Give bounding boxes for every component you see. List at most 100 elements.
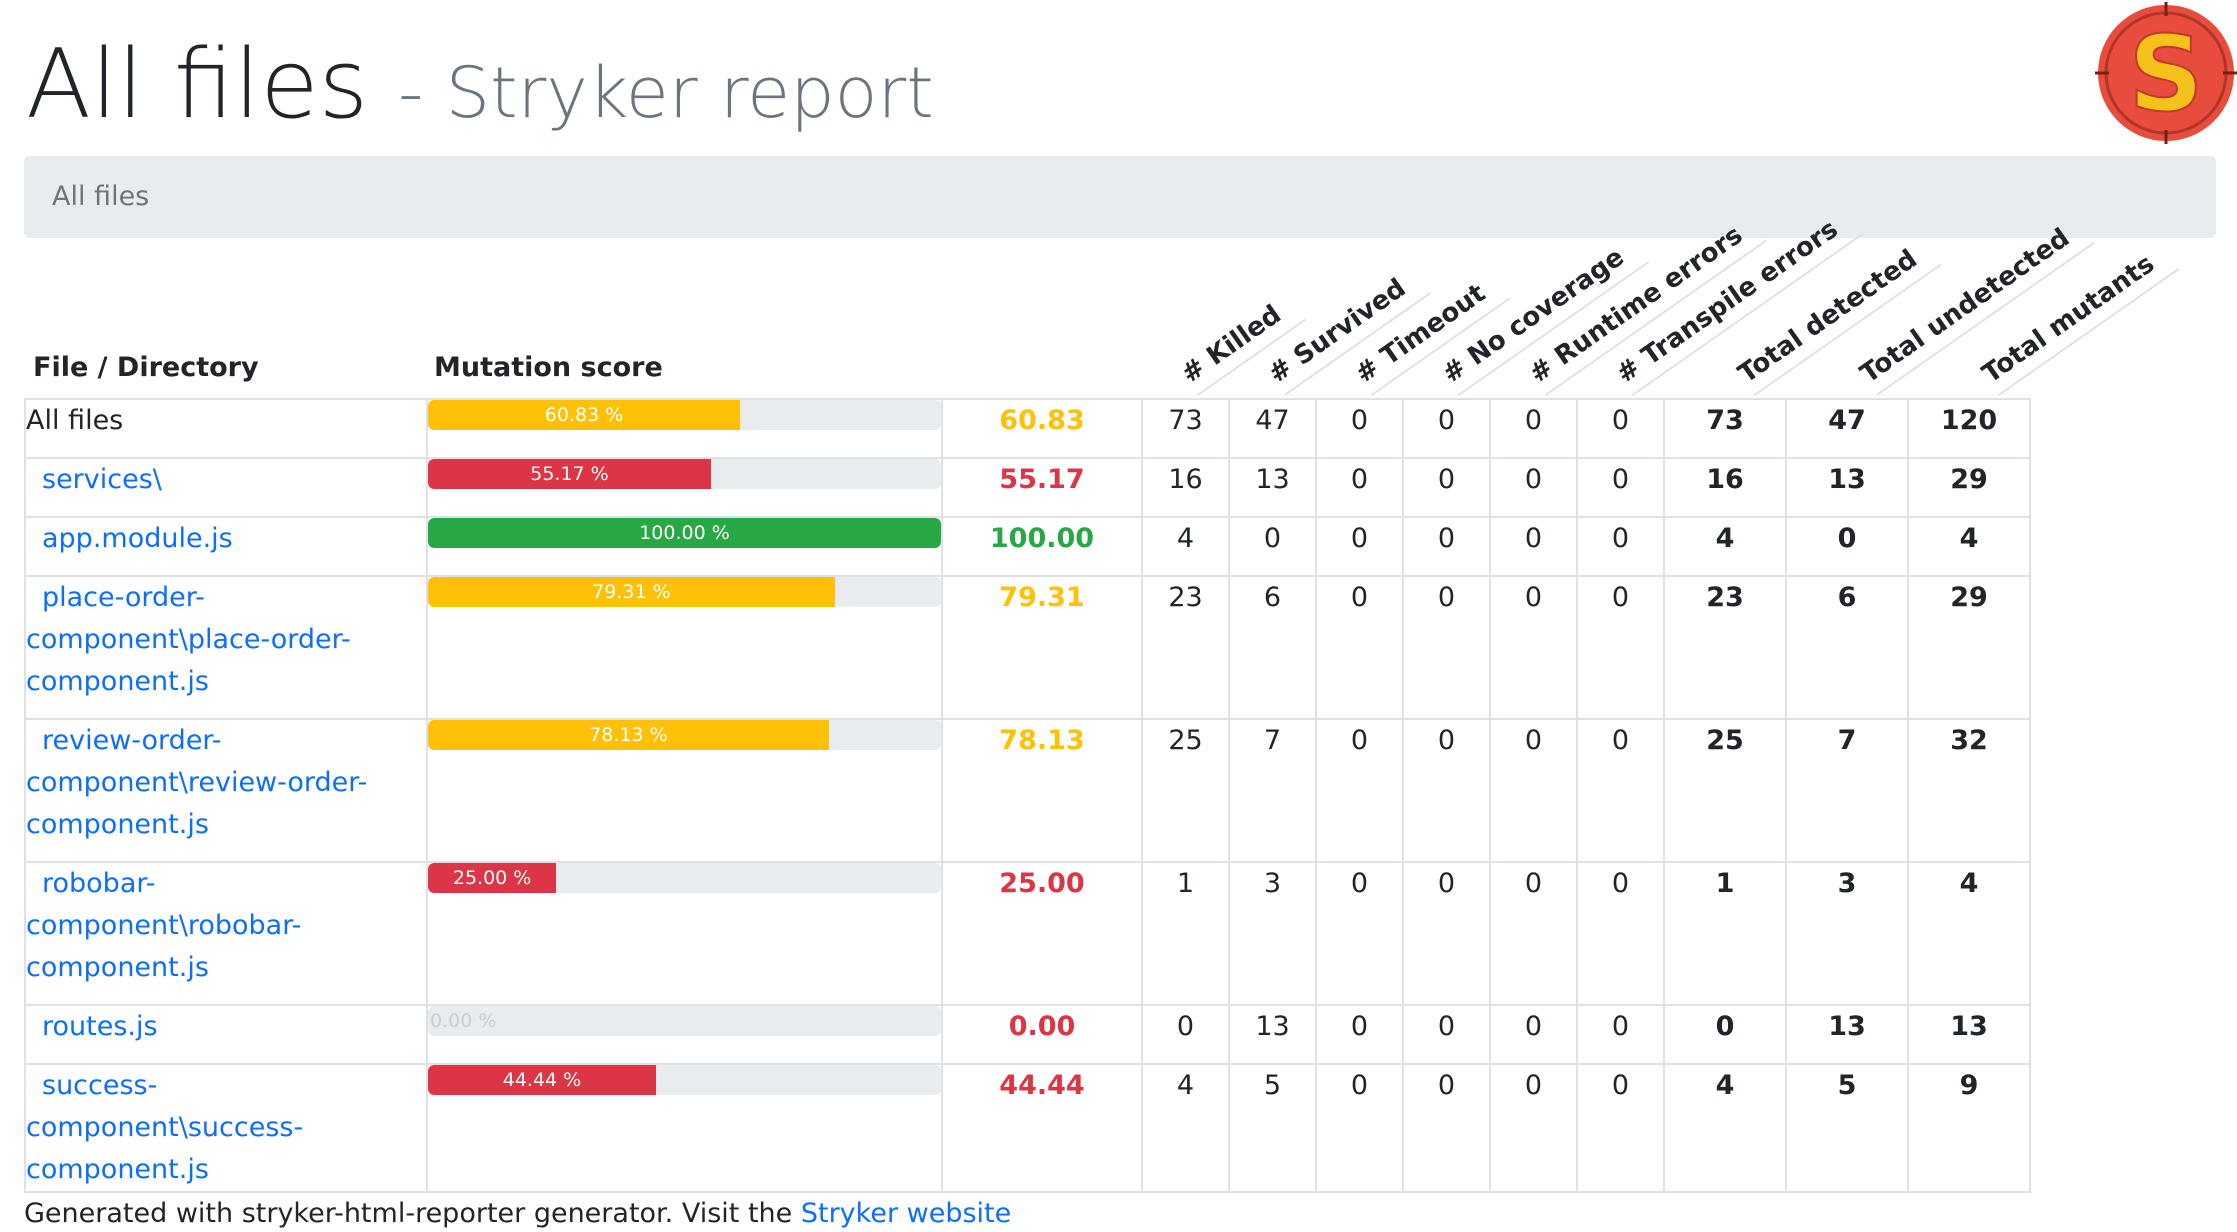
no-coverage-count: 0	[1402, 1004, 1491, 1065]
total-detected-count: 73	[1663, 398, 1787, 459]
killed-count: 4	[1141, 1063, 1230, 1193]
timeout-count: 0	[1315, 718, 1404, 863]
column-header-score: Mutation score	[434, 352, 663, 383]
transpile-errors-count: 0	[1576, 861, 1665, 1006]
runtime-errors-count: 0	[1489, 718, 1578, 863]
table-row: robobar-component\robobar-component.js 25…	[24, 861, 2031, 1006]
total-mutants-count: 32	[1907, 718, 2031, 863]
killed-count: 25	[1141, 718, 1230, 863]
mutation-score: 79.31	[941, 575, 1143, 720]
runtime-errors-count: 0	[1489, 398, 1578, 459]
no-coverage-count: 0	[1402, 516, 1491, 577]
table-row: place-order-component\place-order-compon…	[24, 575, 2031, 720]
file-link[interactable]: routes.js	[42, 1011, 158, 1042]
runtime-errors-count: 0	[1489, 1004, 1578, 1065]
file-cell: routes.js	[24, 1004, 428, 1065]
survived-count: 7	[1228, 718, 1317, 863]
score-progress-label: 55.17 %	[530, 463, 609, 485]
total-detected-count: 4	[1663, 1063, 1787, 1193]
table-row: review-order-component\review-order-comp…	[24, 718, 2031, 863]
mutation-score: 100.00	[941, 516, 1143, 577]
transpile-errors-count: 0	[1576, 398, 1665, 459]
score-bar-cell: 44.44 %	[426, 1063, 943, 1193]
report-page: All files - Stryker report S All files Fi…	[0, 0, 2237, 1232]
stryker-logo-icon: S	[2095, 2, 2237, 144]
column-header-file: File / Directory	[33, 352, 259, 383]
total-detected-count: 25	[1663, 718, 1787, 863]
mutation-score: 78.13	[941, 718, 1143, 863]
no-coverage-count: 0	[1402, 1063, 1491, 1193]
total-mutants-count: 13	[1907, 1004, 2031, 1065]
survived-count: 13	[1228, 1004, 1317, 1065]
stryker-website-link[interactable]: Stryker website	[801, 1198, 1011, 1229]
runtime-errors-count: 0	[1489, 861, 1578, 1006]
score-bar-cell: 79.31 %	[426, 575, 943, 720]
total-undetected-count: 6	[1785, 575, 1909, 720]
mutation-score: 25.00	[941, 861, 1143, 1006]
file-cell: robobar-component\robobar-component.js	[24, 861, 428, 1006]
killed-count: 16	[1141, 457, 1230, 518]
score-progress-label: 78.13 %	[589, 724, 668, 746]
score-progress-label: 79.31 %	[592, 581, 671, 603]
killed-count: 4	[1141, 516, 1230, 577]
mutation-score: 0.00	[941, 1004, 1143, 1065]
score-bar-cell: 60.83 %	[426, 398, 943, 459]
total-undetected-count: 0	[1785, 516, 1909, 577]
timeout-count: 0	[1315, 1004, 1404, 1065]
total-mutants-count: 29	[1907, 457, 2031, 518]
page-title: All files - Stryker report	[26, 30, 934, 140]
runtime-errors-count: 0	[1489, 1063, 1578, 1193]
file-link[interactable]: services\	[42, 464, 162, 495]
score-progress-bar: 78.13 %	[428, 720, 941, 750]
file-link[interactable]: review-order-component\review-order-comp…	[26, 725, 367, 840]
timeout-count: 0	[1315, 861, 1404, 1006]
total-undetected-count: 13	[1785, 457, 1909, 518]
score-progress-label: 25.00 %	[452, 867, 532, 889]
survived-count: 5	[1228, 1063, 1317, 1193]
no-coverage-count: 0	[1402, 718, 1491, 863]
table-row: app.module.js 100.00 % 100.00 4 0 0 0 0 0 4 0 4	[24, 516, 2031, 577]
total-undetected-count: 7	[1785, 718, 1909, 863]
timeout-count: 0	[1315, 398, 1404, 459]
transpile-errors-count: 0	[1576, 516, 1665, 577]
file-link[interactable]: place-order-component\place-order-compon…	[26, 582, 351, 697]
survived-count: 3	[1228, 861, 1317, 1006]
transpile-errors-count: 0	[1576, 718, 1665, 863]
column-header-total-undetected[interactable]: Total undetected	[1855, 212, 2095, 396]
timeout-count: 0	[1315, 457, 1404, 518]
transpile-errors-count: 0	[1576, 1063, 1665, 1193]
score-progress-bar: 44.44 %	[428, 1065, 941, 1095]
score-progress-label: 44.44 %	[502, 1069, 582, 1091]
total-mutants-count: 29	[1907, 575, 2031, 720]
score-progress-bar: 79.31 %	[428, 577, 941, 607]
file-cell: All files	[24, 398, 428, 459]
runtime-errors-count: 0	[1489, 457, 1578, 518]
breadcrumb: All files	[24, 156, 2216, 238]
file-cell: place-order-component\place-order-compon…	[24, 575, 428, 720]
total-undetected-count: 5	[1785, 1063, 1909, 1193]
score-progress-label: 60.83 %	[544, 404, 624, 426]
killed-count: 0	[1141, 1004, 1230, 1065]
score-progress-bar: 0.00 %	[428, 1006, 941, 1036]
file-link[interactable]: robobar-component\robobar-component.js	[26, 868, 301, 983]
total-mutants-count: 4	[1907, 861, 2031, 1006]
no-coverage-count: 0	[1402, 398, 1491, 459]
file-link[interactable]: app.module.js	[42, 523, 233, 554]
no-coverage-count: 0	[1402, 575, 1491, 720]
file-cell: services\	[24, 457, 428, 518]
score-progress-bar: 25.00 %	[428, 863, 941, 893]
table-row: All files 60.83 % 60.83 73 47 0 0 0 0 73 47 120	[24, 398, 2031, 459]
score-bar-cell: 55.17 %	[426, 457, 943, 518]
mutation-score: 55.17	[941, 457, 1143, 518]
page-title-main: All files	[26, 30, 369, 140]
survived-count: 0	[1228, 516, 1317, 577]
file-link[interactable]: success-component\success-component.js	[26, 1070, 303, 1185]
runtime-errors-count: 0	[1489, 575, 1578, 720]
score-progress-bar: 100.00 %	[428, 518, 941, 548]
file-cell: review-order-component\review-order-comp…	[24, 718, 428, 863]
file-cell: success-component\success-component.js	[24, 1063, 428, 1193]
total-mutants-count: 120	[1907, 398, 2031, 459]
total-undetected-count: 13	[1785, 1004, 1909, 1065]
score-bar-cell: 100.00 %	[426, 516, 943, 577]
total-mutants-count: 4	[1907, 516, 2031, 577]
